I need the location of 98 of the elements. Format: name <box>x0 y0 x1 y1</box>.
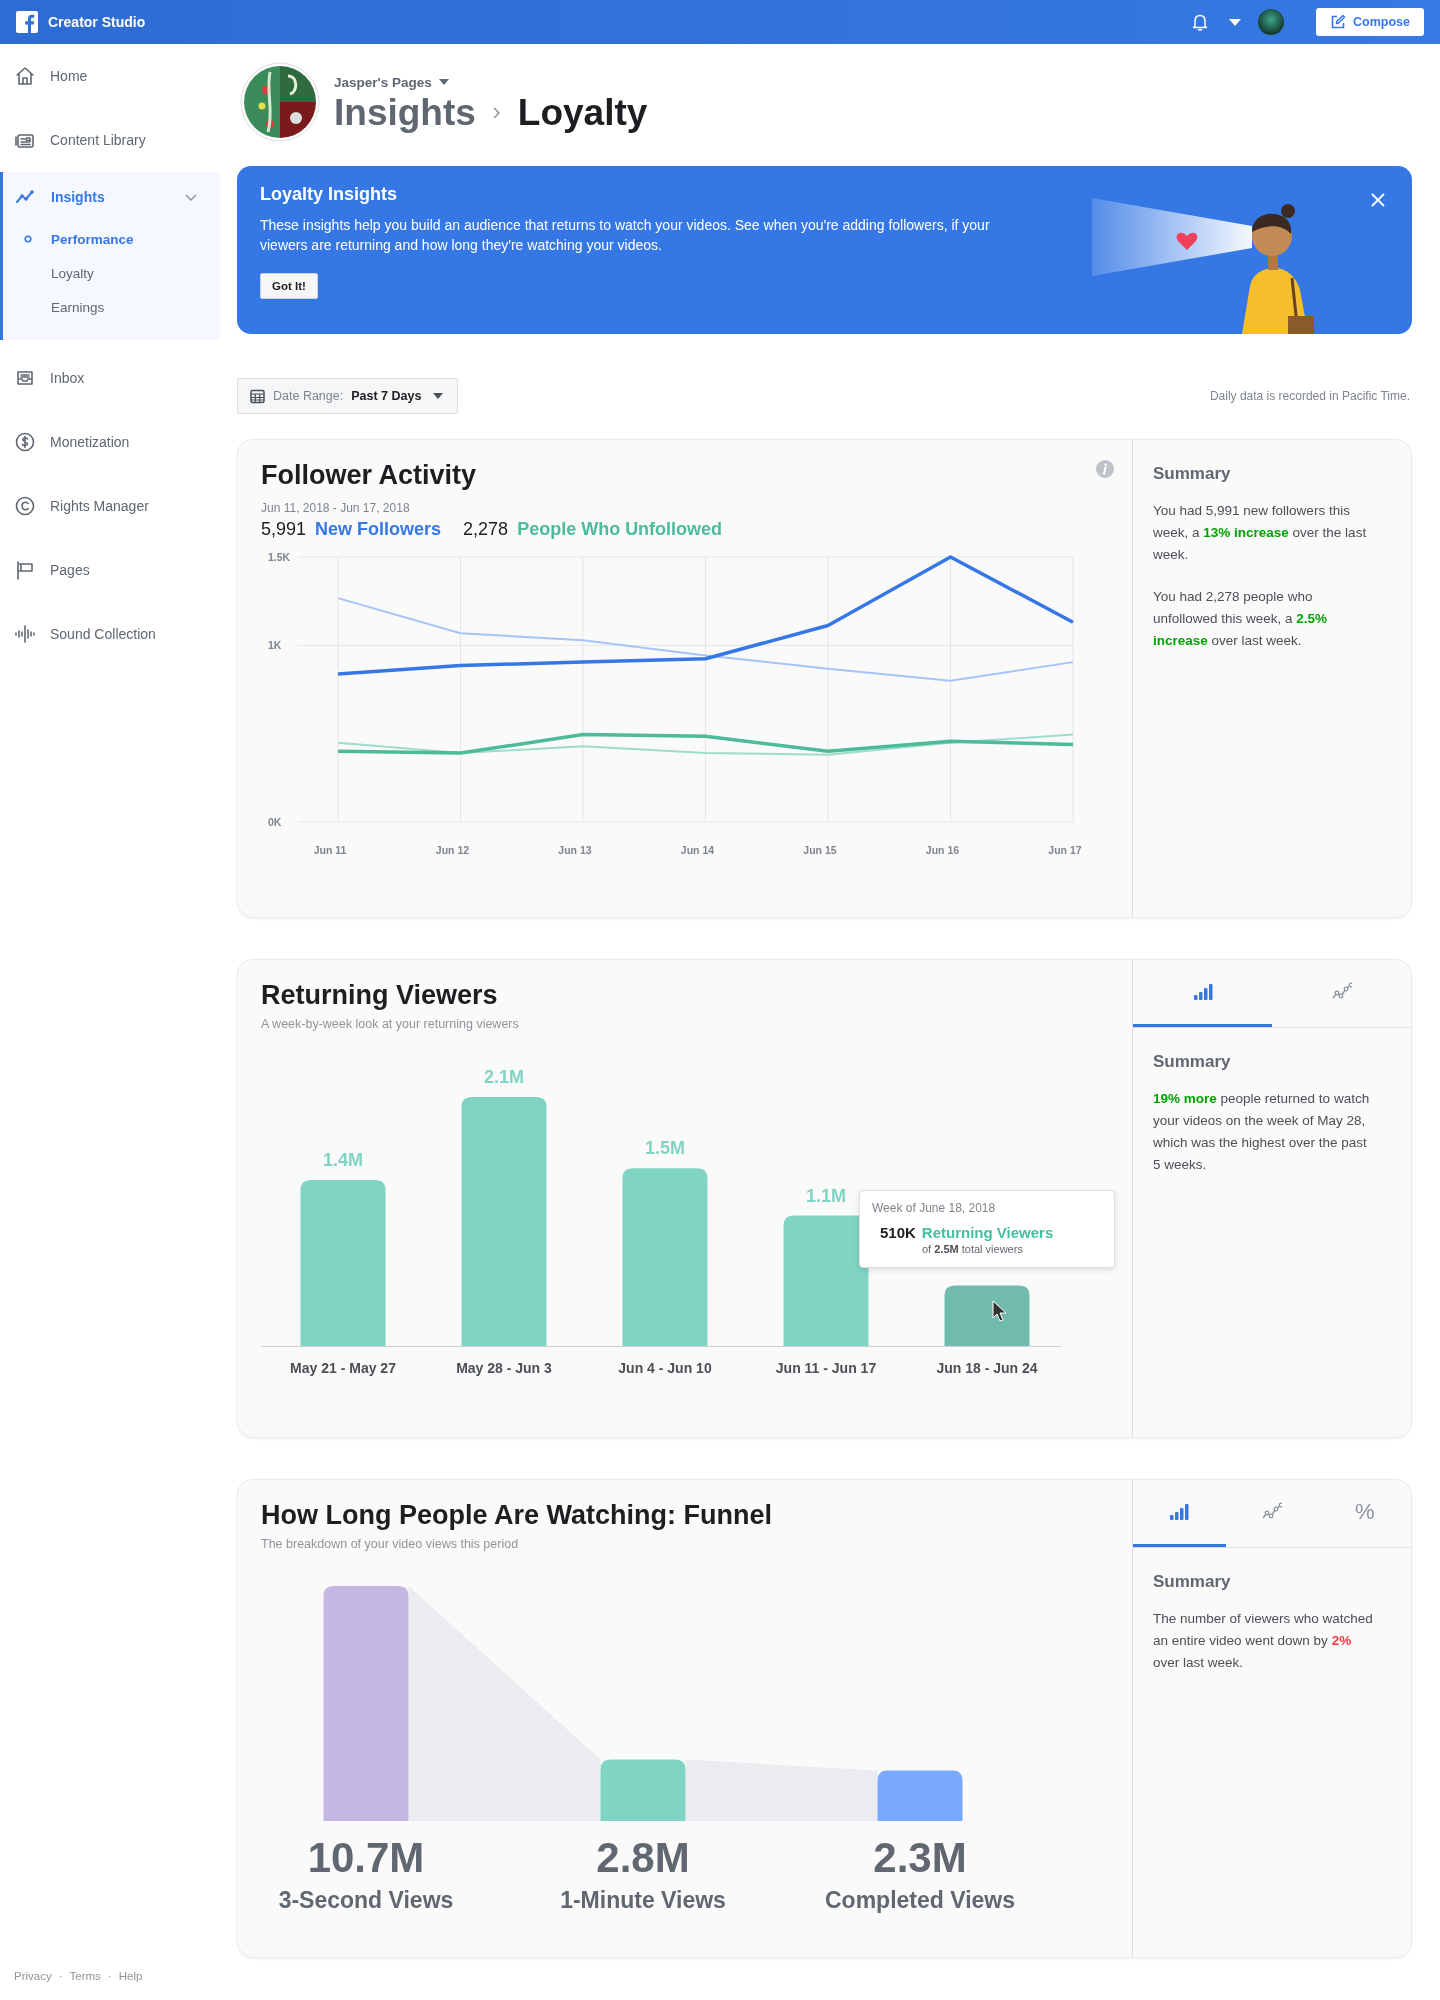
footer-link[interactable]: Terms <box>69 1970 101 1982</box>
dollar-icon <box>14 431 36 453</box>
bar-value-label: 2.3M <box>873 1834 967 1881</box>
y-axis-label: 1K <box>268 639 282 652</box>
category-label: 1-Minute Views <box>560 1887 726 1913</box>
card-title: Follower Activity <box>261 460 477 491</box>
sidebar-item[interactable]: Pages <box>0 538 220 602</box>
tooltip-detail: of 2.5M total viewers <box>921 1242 1024 1255</box>
summary-title: Summary <box>1153 464 1232 484</box>
chevron-right-icon <box>491 105 502 120</box>
bar-chart-icon <box>1169 1502 1190 1522</box>
calendar-icon <box>250 388 265 404</box>
cursor-icon <box>991 1299 1007 1322</box>
stat-value: 5,991 <box>261 519 307 540</box>
close-icon <box>1370 192 1386 208</box>
summary-text: 19% more people returned to watch your videos on the week of May 28, which was the highest over the past 5 weeks. <box>1153 1090 1371 1174</box>
profile-avatar[interactable] <box>1258 9 1285 35</box>
x-axis-label: Jun 4 - Jun 10 <box>618 1360 712 1376</box>
sidebar-subitem[interactable]: Loyalty <box>3 256 220 290</box>
date-range-dropdown[interactable]: Date Range: Past 7 Days <box>237 378 459 414</box>
sidebar-item[interactable]: Rights Manager <box>0 474 220 538</box>
bullet-icon <box>24 235 32 243</box>
x-axis-label: Jun 16 <box>925 844 960 856</box>
banner-title: Loyalty Insights <box>260 184 399 205</box>
bar-value-label: 1.1M <box>806 1185 846 1206</box>
x-axis-label: Jun 18 - Jun 24 <box>936 1360 1038 1376</box>
caret-icon <box>1228 17 1243 27</box>
summary-title: Summary <box>1153 1052 1232 1072</box>
category-label: 3-Second Views <box>278 1887 454 1913</box>
card-title: How Long People Are Watching: Funnel <box>261 1500 772 1531</box>
chart-bar[interactable] <box>461 1097 547 1346</box>
sidebar-subitem[interactable]: Earnings <box>3 290 220 324</box>
legend-label: People Who Unfollowed <box>517 519 723 540</box>
chart-type-tab[interactable]: % <box>1318 1480 1411 1547</box>
separator-dot: · <box>58 1970 63 1982</box>
footer-link[interactable]: Privacy <box>14 1970 52 1982</box>
chart-bar[interactable] <box>622 1168 708 1346</box>
breadcrumb-link[interactable]: Insights <box>334 91 476 134</box>
bar-value-label: 1.5M <box>645 1138 685 1159</box>
separator-dot: · <box>107 1970 112 1982</box>
pencil-icon <box>1330 14 1347 30</box>
x-axis-label: May 21 - May 27 <box>290 1360 396 1376</box>
page-title: Loyalty <box>517 91 648 134</box>
x-axis-label: Jun 14 <box>680 844 715 856</box>
x-axis-label: Jun 11 - Jun 17 <box>775 1360 877 1376</box>
flag-icon <box>14 559 36 581</box>
sidebar-item[interactable]: Home <box>0 44 220 108</box>
home-icon <box>14 65 36 87</box>
summary-text: You had 2,278 people who unfollowed this week, a 2.5% increase over last week. <box>1153 588 1329 650</box>
card-subtitle: The breakdown of your video views this period <box>261 1537 520 1551</box>
stat-value: 2,278 <box>463 519 509 540</box>
bar-value-label: 2.1M <box>484 1067 524 1087</box>
info-icon <box>1096 460 1114 478</box>
x-axis-label: May 28 - Jun 3 <box>456 1360 552 1376</box>
x-axis-label: Jun 11 <box>313 844 347 856</box>
sidebar-subitem[interactable]: Performance <box>3 222 220 256</box>
date-range-text: Jun 11, 2018 - Jun 17, 2018 <box>261 501 411 515</box>
caret-icon <box>438 78 449 86</box>
tooltip-value: 510K <box>880 1223 916 1241</box>
app-title: Creator Studio <box>48 14 146 30</box>
summary-text: You had 5,991 new followers this week, a 13% increase over the last week. <box>1153 502 1368 564</box>
x-axis-label: Jun 17 <box>1048 844 1082 856</box>
got-it-button[interactable]: Got It! <box>260 273 318 299</box>
bar-chart-icon <box>1192 982 1213 1002</box>
x-axis-label: Jun 12 <box>435 844 470 856</box>
sidebar-item[interactable]: Sound Collection <box>0 602 220 666</box>
caret-icon <box>433 392 444 400</box>
legend-label: New Followers <box>315 519 442 540</box>
summary-text: The number of viewers who watched an entire video went down by 2% over last week. <box>1153 1610 1374 1672</box>
page-switcher[interactable]: Jasper's Pages <box>334 74 648 90</box>
line-series <box>337 597 1074 682</box>
bar-value-label: 10.7M <box>307 1834 425 1881</box>
bar-value-label: 2.8M <box>596 1834 690 1881</box>
sidebar-item[interactable]: Insights <box>3 172 220 222</box>
x-axis-label: Jun 15 <box>803 844 837 856</box>
chart-bar[interactable] <box>300 1180 386 1346</box>
bar-value-label: 1.4M <box>323 1150 363 1170</box>
footer-link[interactable]: Help <box>118 1970 143 1982</box>
copyright-icon <box>14 495 36 517</box>
compose-button[interactable]: Compose <box>1316 8 1424 36</box>
y-axis-label: 0K <box>268 816 282 828</box>
tooltip-label: Returning Viewers <box>921 1223 1054 1241</box>
summary-title: Summary <box>1153 1572 1232 1592</box>
tooltip-title: Week of June 18, 2018 <box>872 1200 997 1215</box>
chart-bar[interactable] <box>783 1215 869 1346</box>
banner-text: These insights help you build an audience that returns to watch your videos. See when you're adding followers, if your viewers are returning and how long they're watching your videos. <box>260 216 991 255</box>
y-axis-label: 1.5K <box>268 551 291 563</box>
timezone-note: Daily data is recorded in Pacific Time. <box>1209 389 1410 403</box>
sidebar-item[interactable]: Content Library <box>0 108 220 172</box>
sound-wave-icon <box>14 623 36 645</box>
card-subtitle: A week-by-week look at your returning viewers <box>261 1017 520 1031</box>
x-axis-label: Jun 13 <box>558 844 592 856</box>
card-title: Returning Viewers <box>261 980 498 1011</box>
sidebar-item[interactable]: Inbox <box>0 346 220 410</box>
chart-bar[interactable] <box>944 1285 1030 1346</box>
facebook-logo-icon <box>16 11 38 33</box>
sidebar-item[interactable]: Monetization <box>0 410 220 474</box>
category-label: Completed Views <box>825 1887 1015 1913</box>
